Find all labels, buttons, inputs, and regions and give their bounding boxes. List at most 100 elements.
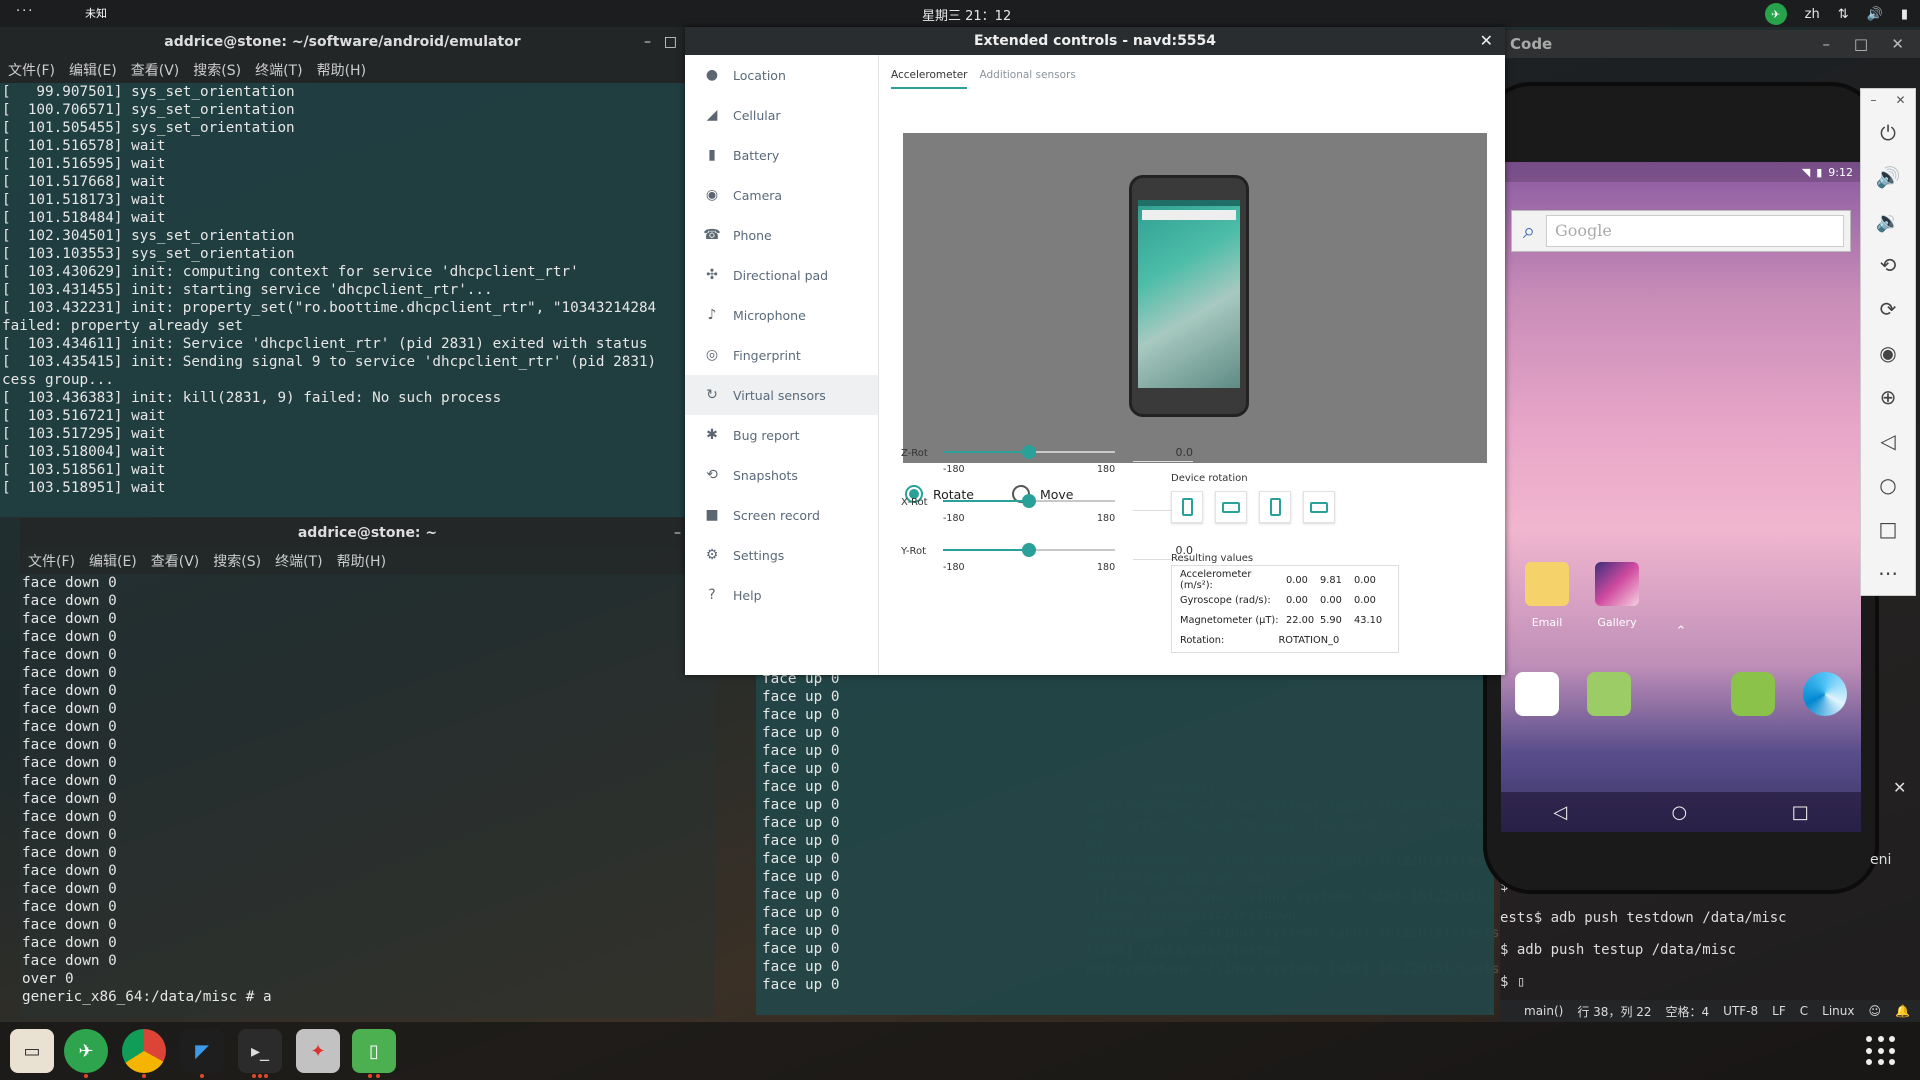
slider-track[interactable] (943, 494, 1115, 508)
rotate-reverse-portrait-button[interactable] (1259, 491, 1291, 523)
rotate-right-icon[interactable]: ⟳ (1861, 287, 1915, 331)
network-icon[interactable]: ⇅ (1838, 7, 1849, 22)
volume-down-icon[interactable]: 🔉 (1861, 199, 1915, 243)
toolbar-minimize-icon[interactable]: – (1870, 93, 1876, 107)
status-os[interactable]: Linux (1822, 1004, 1854, 1018)
status-eol[interactable]: LF (1772, 1004, 1786, 1018)
telegram-tray-icon[interactable]: ✈ (1764, 3, 1787, 25)
back-icon[interactable]: ◁ (1861, 419, 1915, 463)
close-icon[interactable]: ✕ (1480, 27, 1493, 55)
app-drawer-chevron-icon[interactable]: ⌃ (1651, 624, 1711, 639)
input-method-indicator[interactable]: zh (1805, 7, 1820, 22)
close-icon[interactable]: ✕ (1891, 30, 1904, 58)
terminal-output[interactable]: [ 99.907501] sys_set_orientation [ 100.70… (0, 83, 685, 497)
sidebar-item-screen-record[interactable]: ■ Screen record (685, 495, 878, 535)
show-applications-icon[interactable] (1866, 1036, 1896, 1066)
menu-item[interactable]: 文件(F) (28, 551, 75, 571)
sidebar-item-microphone[interactable]: ♪ Microphone (685, 295, 878, 335)
status-encoding[interactable]: UTF-8 (1723, 1004, 1758, 1018)
more-icon[interactable]: ⋯ (1861, 551, 1915, 595)
messages-app-icon[interactable] (1587, 672, 1631, 716)
status-indent[interactable]: 空格：4 (1666, 1003, 1710, 1020)
minimize-icon[interactable]: – (674, 518, 681, 548)
email-app[interactable]: Email (1517, 562, 1577, 629)
telegram-icon[interactable]: ✈ (64, 1029, 108, 1073)
menu-item[interactable]: 搜索(S) (193, 60, 241, 80)
screenshot-icon[interactable]: ◉ (1861, 331, 1915, 375)
slider-knob[interactable] (1022, 445, 1036, 459)
rotate-landscape-button[interactable] (1215, 491, 1247, 523)
zoom-icon[interactable]: ⊕ (1861, 375, 1915, 419)
terminal-output[interactable]: face up 0 face up 0 face up 0 face up 0 face… (756, 670, 1494, 994)
status-branch[interactable]: main() (1524, 1004, 1563, 1018)
home-icon[interactable]: ○ (1861, 463, 1915, 507)
overview-icon[interactable]: □ (1861, 507, 1915, 551)
menu-item[interactable]: 帮助(H) (337, 551, 386, 571)
sidebar-item-phone[interactable]: ☎ Phone (685, 215, 878, 255)
sidebar-item-bug-report[interactable]: ✱ Bug report (685, 415, 878, 455)
file-manager-icon[interactable]: ▭ (10, 1029, 54, 1073)
slider-value-input[interactable]: 0.0 (1133, 446, 1193, 462)
menu-item[interactable]: 查看(V) (151, 551, 200, 571)
slider-knob[interactable] (1022, 543, 1036, 557)
menu-item[interactable]: 查看(V) (131, 60, 180, 80)
slider-track[interactable] (943, 543, 1115, 557)
window-titlebar[interactable]: Extended controls - navd:5554 ✕ (685, 27, 1505, 55)
settings-tools-icon[interactable]: ✦ (296, 1029, 340, 1073)
menu-item[interactable]: 文件(F) (8, 60, 55, 80)
sidebar-item-cellular[interactable]: ◢ Cellular (685, 95, 878, 135)
gallery-app[interactable]: Gallery (1587, 562, 1647, 629)
chrome-icon[interactable] (122, 1029, 166, 1073)
toolbar-close-icon[interactable]: ✕ (1895, 93, 1905, 107)
tab-accelerometer[interactable]: Accelerometer (891, 69, 968, 89)
home-icon[interactable]: ○ (1672, 802, 1688, 823)
android-screen[interactable]: ◥ ▮ 9:12 ⌕ Google Email Gallery ⌃ ◁ ○ □ (1501, 162, 1861, 832)
battery-icon[interactable]: ▮ (1901, 7, 1908, 22)
sidebar-item-fingerprint[interactable]: ◎ Fingerprint (685, 335, 878, 375)
maximize-icon[interactable]: □ (1854, 30, 1868, 58)
status-language[interactable]: C (1800, 1004, 1808, 1018)
browser-app-icon[interactable] (1803, 672, 1847, 716)
menu-item[interactable]: 帮助(H) (317, 60, 366, 80)
sidebar-item-settings[interactable]: ⚙ Settings (685, 535, 878, 575)
menu-item[interactable]: 编辑(E) (89, 551, 137, 571)
phone-app-icon[interactable] (1515, 672, 1559, 716)
status-position[interactable]: 行 38，列 22 (1577, 1003, 1651, 1020)
device-preview[interactable] (903, 133, 1487, 463)
search-input[interactable]: Google (1546, 215, 1844, 247)
window-titlebar[interactable]: addrice@stone: ~/software/android/emulat… (0, 27, 685, 57)
volume-icon[interactable]: 🔊 (1867, 7, 1883, 22)
menu-item[interactable]: 终端(T) (275, 551, 322, 571)
menu-item[interactable]: 编辑(E) (69, 60, 117, 80)
minimize-icon[interactable]: – (644, 27, 651, 57)
sidebar-item-virtual-sensors[interactable]: ↻ Virtual sensors (685, 375, 878, 415)
feedback-icon[interactable]: ☺ (1868, 1004, 1881, 1018)
terminal-icon[interactable]: ▸_ (238, 1029, 282, 1073)
notifications-icon[interactable]: 🔔 (1895, 1004, 1910, 1018)
activities-menu[interactable]: ··· (16, 4, 34, 19)
google-search-widget[interactable]: ⌕ Google (1511, 210, 1851, 252)
search-icon[interactable]: ⌕ (1512, 219, 1546, 244)
recents-icon[interactable]: □ (1792, 802, 1809, 823)
slider-knob[interactable] (1022, 494, 1036, 508)
side-close-icon[interactable]: ✕ (1893, 778, 1906, 797)
rotate-left-icon[interactable]: ⟲ (1861, 243, 1915, 287)
window-titlebar[interactable]: addrice@stone: ~ – (20, 518, 715, 548)
clock[interactable]: 星期三 21：12 (922, 5, 1011, 24)
back-icon[interactable]: ◁ (1553, 802, 1567, 823)
terminal-output[interactable]: face down 0 face down 0 face down 0 face do… (20, 574, 715, 1006)
tab-additional-sensors[interactable]: Additional sensors (979, 69, 1075, 89)
sidebar-item-snapshots[interactable]: ⟲ Snapshots (685, 455, 878, 495)
sidebar-item-location[interactable]: ● Location (685, 55, 878, 95)
power-icon[interactable]: ⏻ (1861, 111, 1915, 155)
sidebar-item-help[interactable]: ? Help (685, 575, 878, 615)
slider-track[interactable] (943, 445, 1115, 459)
android-emulator-icon[interactable]: ▯ (352, 1029, 396, 1073)
menu-item[interactable]: 终端(T) (255, 60, 302, 80)
sidebar-item-directional-pad[interactable]: ✣ Directional pad (685, 255, 878, 295)
maximize-icon[interactable]: □ (664, 27, 677, 57)
sidebar-item-battery[interactable]: ▮ Battery (685, 135, 878, 175)
rotate-reverse-landscape-button[interactable] (1303, 491, 1335, 523)
active-app-name[interactable]: 未知 (66, 5, 126, 21)
sidebar-item-camera[interactable]: ◉ Camera (685, 175, 878, 215)
